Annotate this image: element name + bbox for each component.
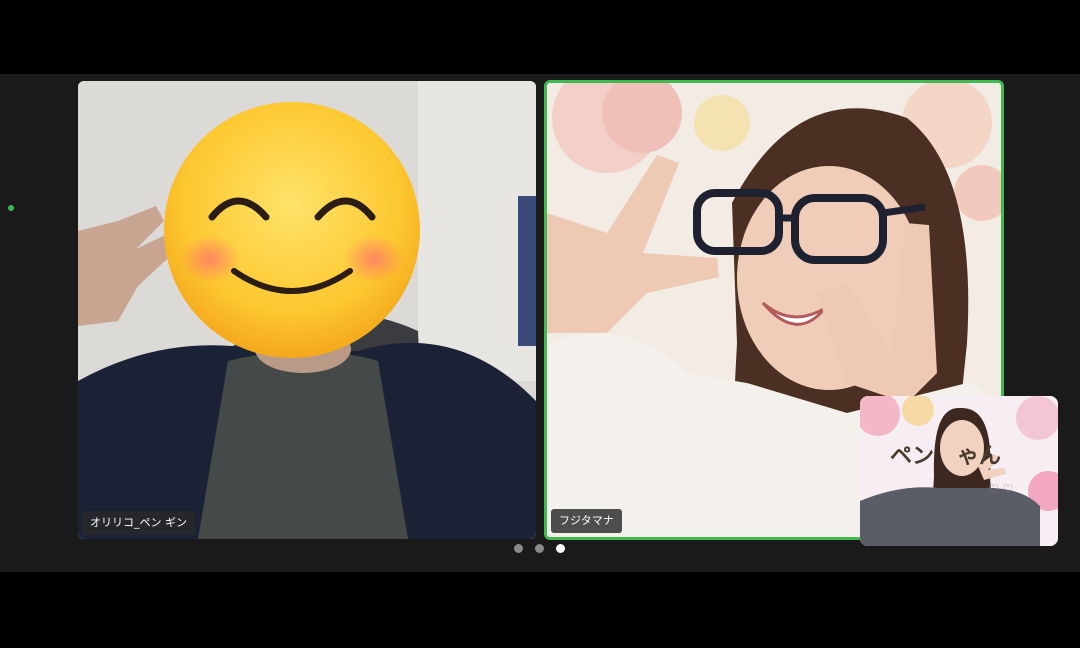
participant-name-label: オリリコ_ペン ギン [82,511,195,535]
page-dot-2[interactable] [535,544,544,553]
self-view-thumbnail[interactable]: ペン ゃん ♡ ♡ [860,396,1058,546]
status-indicator-dot [8,205,14,211]
self-view-background-hearts: ♡ ♡ [988,482,1014,496]
video-gallery-stage: オリリコ_ペン ギン フジタマナ ペン ゃん ♡ ♡ [0,74,1080,572]
participant-video-tile-1[interactable]: オリリコ_ペン ギン [78,81,536,539]
gallery-page-indicator [512,544,568,554]
participant-name-label: フジタマナ [551,509,622,533]
smiling-face-emoji-icon [164,102,420,358]
self-view-video [860,396,1058,546]
page-dot-3-active[interactable] [556,544,565,553]
self-view-background-banner-text: ペン ゃん [890,444,1001,469]
page-dot-1[interactable] [514,544,523,553]
